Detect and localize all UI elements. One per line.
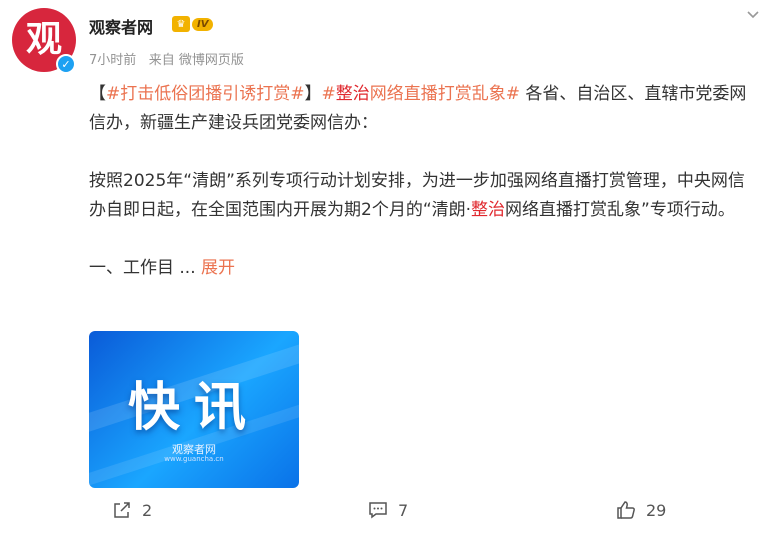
vip-level: IV xyxy=(192,17,214,31)
post-meta: 7小时前 来自 微博网页版 xyxy=(89,49,244,68)
post-source: 来自 微博网页版 xyxy=(148,53,244,68)
share-count: 2 xyxy=(142,500,153,520)
chevron-down-icon[interactable] xyxy=(746,8,760,22)
action-bar: 2 7 29 xyxy=(0,500,774,528)
post-content: 【#打击低俗团播引诱打赏#】#整治网络直播打赏乱象# 各省、自治区、直辖市党委网… xyxy=(89,80,759,283)
share-icon xyxy=(114,502,130,518)
comment-button[interactable]: 7 xyxy=(368,500,408,520)
image-title: 快讯 xyxy=(127,378,260,438)
avatar-text: 观 xyxy=(25,19,62,60)
vip-badge[interactable]: ♛ IV xyxy=(172,15,216,33)
image-url: www.guancha.cn xyxy=(164,455,224,463)
post-paragraph-3: 一、工作目 ... 展开 xyxy=(89,258,236,278)
comment-icon xyxy=(369,502,387,519)
thumbs-up-icon xyxy=(617,501,635,519)
post-image[interactable]: 快讯 观察者网 www.guancha.cn xyxy=(89,331,299,488)
verified-badge-icon: ✓ xyxy=(56,54,76,74)
like-count: 29 xyxy=(646,500,667,520)
crown-icon: ♛ xyxy=(172,16,190,32)
post-time[interactable]: 7小时前 xyxy=(89,53,136,68)
topic-link-1[interactable]: #打击低俗团播引诱打赏# xyxy=(106,84,305,104)
like-button[interactable]: 29 xyxy=(616,500,666,520)
expand-link[interactable]: 展开 xyxy=(201,258,235,278)
topic-link-2[interactable]: #整治网络直播打赏乱象# xyxy=(322,84,521,104)
comment-count: 7 xyxy=(398,500,409,520)
post-paragraph-1: 【#打击低俗团播引诱打赏#】#整治网络直播打赏乱象# 各省、自治区、直辖市党委网… xyxy=(89,84,747,133)
share-button[interactable]: 2 xyxy=(112,500,152,520)
post-paragraph-2: 按照2025年“清朗”系列专项行动计划安排，为进一步加强网络直播打赏管理，中央网… xyxy=(89,171,745,220)
user-name[interactable]: 观察者网 xyxy=(89,14,153,38)
